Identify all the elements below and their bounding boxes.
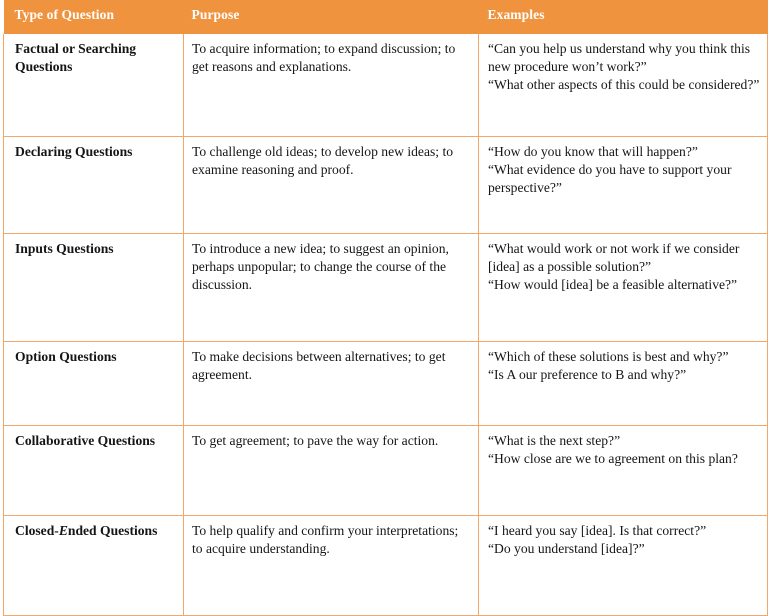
cell-question-type: Closed-Ended Questions <box>3 515 184 616</box>
example-line: “How would [idea] be a feasible alternat… <box>488 277 738 293</box>
cell-examples: “Can you help us understand why you thin… <box>478 34 768 137</box>
cell-examples: “What is the next step?” “How close are … <box>478 425 768 516</box>
example-line: “Which of these solutions is best and wh… <box>488 349 729 364</box>
cell-purpose: To help qualify and confirm your interpr… <box>183 515 479 616</box>
example-line: “I heard you say [idea]. Is that correct… <box>488 523 707 538</box>
example-line: “Do you understand [idea]?” <box>488 541 645 557</box>
cell-purpose: To introduce a new idea; to suggest an o… <box>183 233 479 342</box>
cell-purpose: To make decisions between alternatives; … <box>183 341 479 426</box>
cell-examples: “What would work or not work if we consi… <box>478 233 768 342</box>
question-types-table: Type of Question Purpose Examples Factua… <box>3 0 768 616</box>
cell-examples: “How do you know that will happen?” “Wha… <box>478 136 768 234</box>
table-row: Inputs Questions To introduce a new idea… <box>3 233 768 342</box>
table-row: Option Questions To make decisions betwe… <box>3 341 768 426</box>
question-type-emphasis: E <box>58 523 68 538</box>
cell-question-type: Inputs Questions <box>3 233 184 342</box>
question-type-suffix: nded Questions <box>67 523 158 538</box>
column-header-purpose: Purpose <box>183 0 479 34</box>
table-row: Factual or Searching Questions To acquir… <box>3 34 768 137</box>
table-row: Closed-Ended Questions To help qualify a… <box>3 515 768 616</box>
cell-question-type: Factual or Searching Questions <box>3 34 184 137</box>
example-line: “How do you know that will happen?” <box>488 144 698 159</box>
cell-purpose: To challenge old ideas; to develop new i… <box>183 136 479 234</box>
cell-examples: “Which of these solutions is best and wh… <box>478 341 768 426</box>
cell-purpose: To acquire information; to expand discus… <box>183 34 479 137</box>
example-line: “Can you help us understand why you thin… <box>488 41 754 75</box>
table-row: Declaring Questions To challenge old ide… <box>3 136 768 234</box>
example-line: “How close are we to agreement on this p… <box>488 451 738 467</box>
example-line: “What evidence do you have to support yo… <box>488 162 735 196</box>
cell-purpose: To get agreement; to pave the way for ac… <box>183 425 479 516</box>
column-header-examples: Examples <box>478 0 768 34</box>
column-header-type: Type of Question <box>3 0 184 34</box>
question-type-prefix: Closed- <box>15 523 59 538</box>
example-line: “What other aspects of this could be con… <box>488 77 760 93</box>
table-header-row: Type of Question Purpose Examples <box>3 0 768 34</box>
example-line: “What would work or not work if we consi… <box>488 241 743 275</box>
example-line: “Is A our preference to B and why?” <box>488 367 687 383</box>
table-row: Collaborative Questions To get agreement… <box>3 425 768 516</box>
cell-question-type: Option Questions <box>3 341 184 426</box>
cell-question-type: Declaring Questions <box>3 136 184 234</box>
cell-question-type: Collaborative Questions <box>3 425 184 516</box>
table-body: Factual or Searching Questions To acquir… <box>3 34 768 616</box>
example-line: “What is the next step?” <box>488 433 621 448</box>
table-header: Type of Question Purpose Examples <box>3 0 768 34</box>
cell-examples: “I heard you say [idea]. Is that correct… <box>478 515 768 616</box>
